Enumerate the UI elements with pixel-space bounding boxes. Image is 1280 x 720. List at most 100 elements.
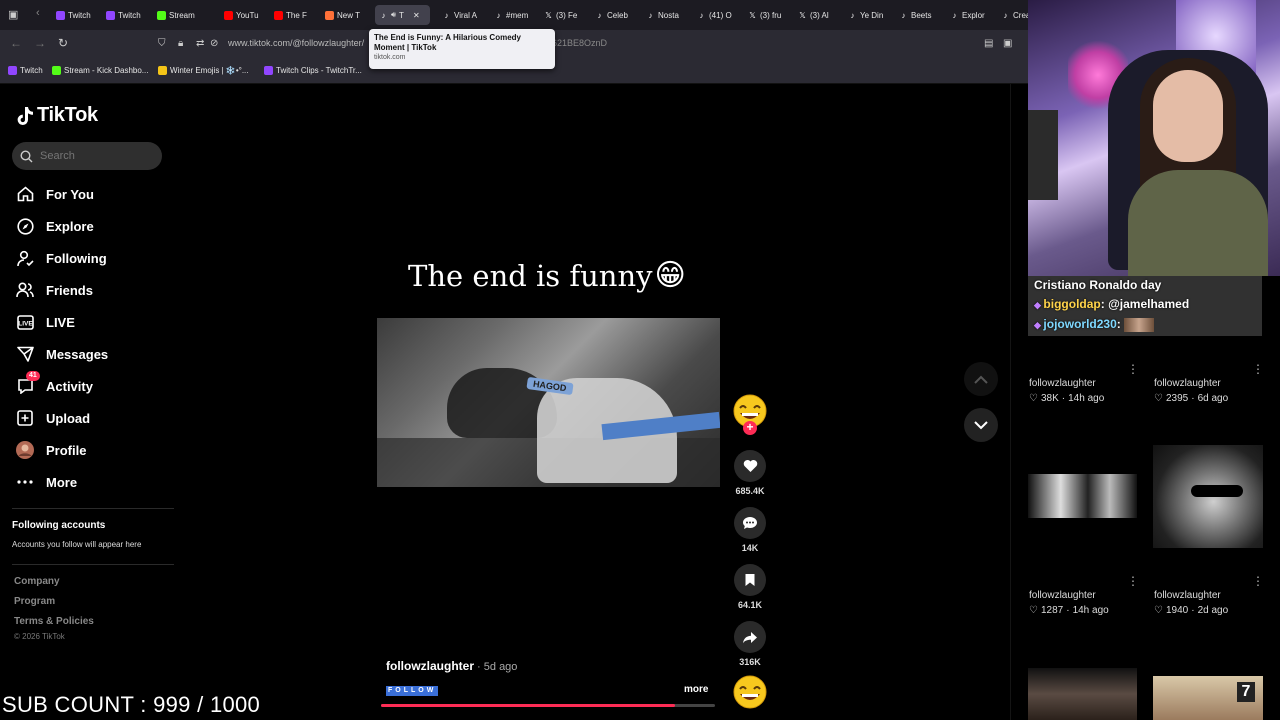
tiktok-logo[interactable]: TikTok xyxy=(16,104,98,127)
more-options-icon[interactable]: ⋮ xyxy=(1252,574,1264,588)
grid-author[interactable]: followzlaughter xyxy=(1029,378,1096,389)
sidebar-item-messages[interactable]: Messages xyxy=(16,342,108,366)
tab-label: Nosta xyxy=(658,10,679,20)
bookmark-item[interactable]: Twitch xyxy=(8,66,43,75)
tab[interactable]: ♪ Beets xyxy=(899,5,941,25)
tab[interactable]: 𝕏 (3) fru xyxy=(748,5,792,25)
sidebar-item-label: Upload xyxy=(46,410,91,426)
tab-label: (3) Al xyxy=(810,10,829,20)
forward-icon[interactable]: → xyxy=(34,36,46,50)
sunglasses-shape xyxy=(1191,485,1243,497)
tab[interactable]: Twitch xyxy=(56,5,100,25)
follow-plus-button[interactable]: + xyxy=(743,421,757,435)
sidebar-item-following[interactable]: Following xyxy=(16,246,107,270)
bookmark-item[interactable]: Winter Emojis | ❄️•°... xyxy=(158,66,249,75)
tab[interactable]: Twitch xyxy=(106,5,152,25)
tab[interactable]: 𝕏 (3) Al xyxy=(798,5,842,25)
share-action[interactable]: 316K xyxy=(734,621,766,667)
autoplay-blocked-icon[interactable]: ⊘ xyxy=(210,38,218,49)
tab[interactable]: The F xyxy=(274,5,318,25)
save-action[interactable]: 64.1K xyxy=(734,564,766,610)
comment-icon xyxy=(743,517,757,529)
tab[interactable]: Stream xyxy=(157,5,217,25)
reload-icon[interactable]: ↻ xyxy=(58,36,68,50)
sidebar-item-label: Activity xyxy=(46,378,93,394)
like-action[interactable]: 685.4K xyxy=(734,450,766,496)
tab-label: Explor xyxy=(962,10,985,20)
like-button[interactable] xyxy=(734,450,766,482)
bookmark-item[interactable]: Stream - Kick Dashbo... xyxy=(52,66,148,75)
tab-label: (41) O xyxy=(709,10,732,20)
grid-author[interactable]: followzlaughter xyxy=(1029,590,1096,601)
sound-disc-icon[interactable] xyxy=(733,675,767,709)
sidebar-item-friends[interactable]: Friends xyxy=(16,278,93,302)
grid-ago: 14h ago xyxy=(1068,393,1105,404)
comment-button[interactable] xyxy=(734,507,766,539)
tab[interactable]: ♪ Explor xyxy=(950,5,994,25)
more-options-icon[interactable]: ⋮ xyxy=(1127,362,1139,376)
author-name[interactable]: followzlaughter xyxy=(386,659,474,673)
divider xyxy=(12,508,174,509)
tab[interactable]: 𝕏 (3) Fe xyxy=(544,5,586,25)
sidebar-item-activity[interactable]: 41 Activity xyxy=(16,371,93,398)
share-count: 316K xyxy=(739,657,761,667)
search-box[interactable] xyxy=(12,142,162,170)
bookmark-item[interactable]: Twitch Clips - TwitchTr... xyxy=(264,66,362,75)
sidebar-item-more[interactable]: More xyxy=(16,470,77,494)
sidebar-item-live[interactable]: LIVE LIVE xyxy=(16,310,75,334)
footer-link-company[interactable]: Company xyxy=(14,576,60,587)
video-thumbnail[interactable] xyxy=(1028,474,1137,518)
grid-author[interactable]: followzlaughter xyxy=(1154,590,1221,601)
tab-label: Twitch xyxy=(118,10,141,20)
next-video-button[interactable] xyxy=(964,408,998,442)
screenshot-icon[interactable]: ▣ xyxy=(1003,38,1012,49)
address-bar[interactable]: www.tiktok.com/@followzlaughter/ xyxy=(228,38,364,48)
lock-icon[interactable]: 🔒︎ xyxy=(178,38,183,49)
more-description-button[interactable]: more xyxy=(684,684,708,695)
share-button[interactable] xyxy=(734,621,766,653)
video-thumbnail[interactable] xyxy=(1153,445,1263,548)
shield-icon[interactable]: ⛉ xyxy=(158,38,166,49)
footer-link-program[interactable]: Program xyxy=(14,596,55,607)
more-options-icon[interactable]: ⋮ xyxy=(1252,362,1264,376)
video-thumbnail[interactable]: 7 xyxy=(1153,676,1263,720)
tab[interactable]: ♪ 🔊︎ T ✕ xyxy=(375,5,430,25)
grid-author[interactable]: followzlaughter xyxy=(1154,378,1221,389)
sidebar-item-profile[interactable]: Profile xyxy=(16,438,86,462)
grid-ago: 14h ago xyxy=(1072,605,1109,616)
video-player[interactable]: HAGOD xyxy=(377,318,720,487)
bookmark-label: Twitch Clips - TwitchTr... xyxy=(276,66,362,75)
more-options-icon[interactable]: ⋮ xyxy=(1127,574,1139,588)
tab[interactable]: ♪ (41) O xyxy=(697,5,743,25)
reader-view-icon[interactable]: ▤ xyxy=(984,38,993,49)
comment-action[interactable]: 14K xyxy=(734,507,766,553)
speaker-icon[interactable]: 🔊︎ xyxy=(391,10,396,20)
search-input[interactable] xyxy=(40,150,150,162)
close-tab-icon[interactable]: ✕ xyxy=(413,11,420,20)
tab[interactable]: New T xyxy=(325,5,365,25)
tab[interactable]: YouTu xyxy=(224,5,266,25)
chevron-down-icon xyxy=(974,420,988,429)
sidebar-item-upload[interactable]: Upload xyxy=(16,406,90,430)
video-thumbnail[interactable] xyxy=(1028,668,1137,720)
tab[interactable]: ♪ Celeb xyxy=(595,5,639,25)
previous-video-button[interactable] xyxy=(964,362,998,396)
tab[interactable]: ♪ #mem xyxy=(494,5,538,25)
tab-list-icon[interactable]: ▣ xyxy=(8,8,18,21)
permissions-icon[interactable]: ⇄ xyxy=(196,38,204,49)
scroll-tabs-left-icon[interactable]: ‹ xyxy=(36,7,40,19)
tab[interactable]: ♪ Viral A xyxy=(442,5,488,25)
save-button[interactable] xyxy=(734,564,766,596)
grid-stats: ♡ 1287 · 14h ago xyxy=(1029,605,1109,616)
video-author[interactable]: followzlaughter · 5d ago xyxy=(386,659,517,673)
sidebar-item-for-you[interactable]: For You xyxy=(16,182,94,206)
video-progress-bar[interactable] xyxy=(381,704,715,707)
heart-outline-icon: ♡ xyxy=(1154,393,1163,404)
tab[interactable]: ♪ Ye Din xyxy=(848,5,892,25)
tab[interactable]: ♪ Crea xyxy=(1001,5,1029,25)
back-icon[interactable]: ← xyxy=(10,36,22,50)
tab[interactable]: ♪ Nosta xyxy=(646,5,690,25)
sidebar-item-explore[interactable]: Explore xyxy=(16,214,94,238)
footer-link-terms[interactable]: Terms & Policies xyxy=(14,616,94,627)
webcam-overlay xyxy=(1028,0,1280,276)
